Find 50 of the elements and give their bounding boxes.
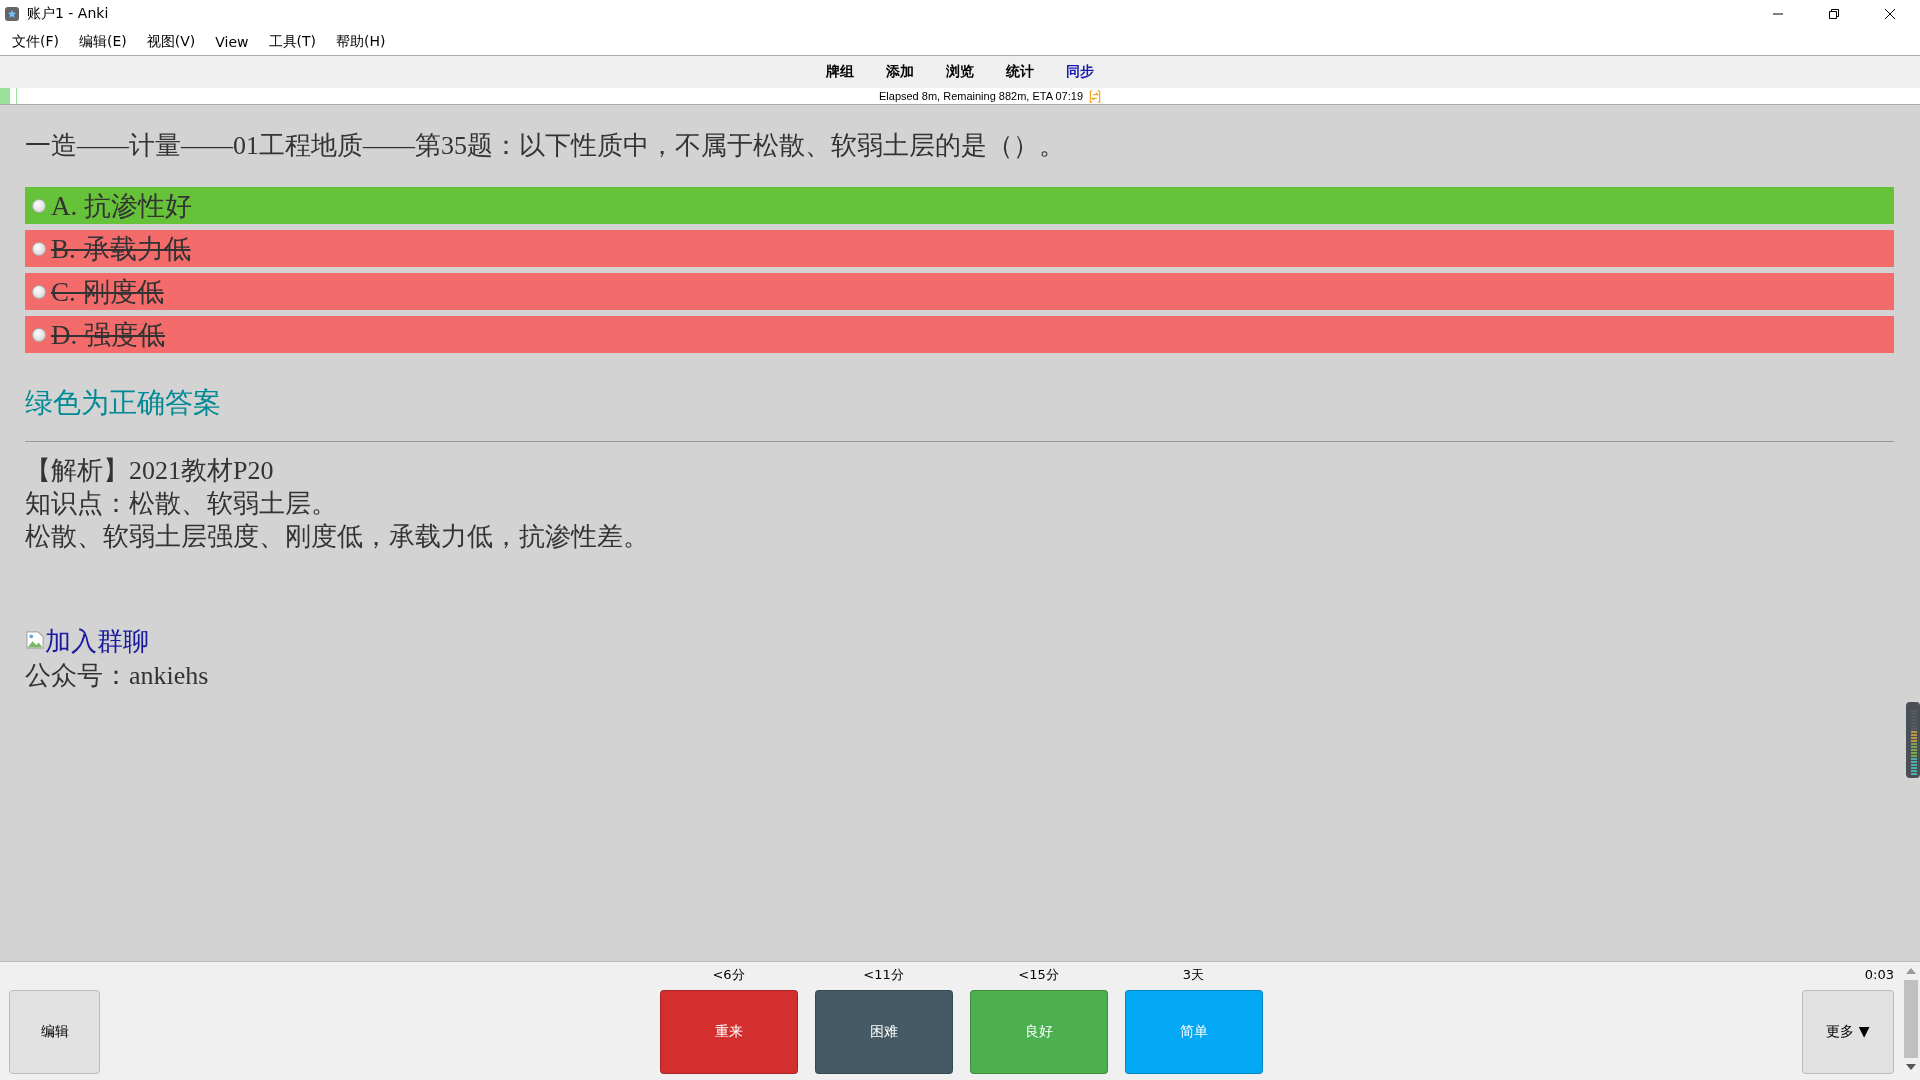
explanation-line: 知识点：松散、软弱土层。: [25, 488, 338, 520]
explanation-line: 松散、软弱土层强度、刚度低，承载力低，抗渗性差。: [25, 521, 650, 553]
timer-text: 0:03: [1864, 967, 1894, 982]
question-text: 一造——计量——01工程地质——第35题：以下性质中，不属于松散、软弱土层的是（）。: [25, 130, 1066, 162]
answer-option[interactable]: B. 承载力低: [25, 230, 1894, 267]
menu-item[interactable]: 视图(V): [136, 32, 206, 51]
app-icon: [4, 6, 20, 22]
interval-label: 3天: [1182, 966, 1205, 984]
radio-button[interactable]: [32, 241, 46, 256]
option-label: B. 承载力低: [51, 232, 191, 266]
radio-button[interactable]: [32, 284, 46, 299]
radio-button[interactable]: [32, 327, 46, 342]
answer-option[interactable]: A. 抗渗性好: [25, 187, 1894, 224]
scroll-up-icon[interactable]: [1906, 968, 1916, 974]
option-label: A. 抗渗性好: [51, 189, 192, 223]
answer-button[interactable]: 困难: [814, 990, 953, 1074]
answer-option[interactable]: D. 强度低: [25, 316, 1894, 353]
progress-marker: [0, 88, 18, 104]
scroll-down-icon[interactable]: [1906, 1064, 1916, 1070]
restore-icon[interactable]: [1828, 8, 1840, 20]
menu-item[interactable]: 编辑(E): [69, 32, 137, 51]
toolbar-link[interactable]: 添加: [870, 63, 930, 81]
account-text: 公众号：ankiehs: [25, 660, 210, 692]
radio-button[interactable]: [32, 198, 46, 213]
group-chat-link[interactable]: 加入群聊: [45, 625, 149, 658]
audio-meter-icon: [1906, 702, 1920, 778]
hint-text: 绿色为正确答案: [25, 386, 222, 420]
answer-option[interactable]: C. 刚度低: [25, 273, 1894, 310]
toolbar-link[interactable]: 统计: [990, 63, 1050, 81]
interval-label: <15分: [1018, 966, 1059, 984]
toolbar-link[interactable]: 浏览: [930, 63, 990, 81]
answer-button[interactable]: 重来: [659, 990, 798, 1074]
window-title: 账户1 - Anki: [27, 5, 109, 23]
menu-item[interactable]: 文件(F): [2, 32, 69, 51]
sync-icon[interactable]: [1089, 89, 1101, 103]
menu-item[interactable]: 帮助(H): [326, 32, 396, 51]
toolbar-link[interactable]: 牌组: [810, 63, 870, 81]
interval-label: <11分: [863, 966, 904, 984]
option-label: D. 强度低: [51, 318, 165, 352]
explanation-line: 【解析】2021教材P20: [25, 455, 275, 487]
interval-label: <6分: [712, 966, 745, 984]
option-label: C. 刚度低: [51, 275, 164, 309]
edit-button[interactable]: 编辑: [9, 990, 100, 1074]
progress-text: Elapsed 8m, Remaining 882m, ETA 07:19: [879, 90, 1083, 102]
menu-item[interactable]: 工具(T): [258, 32, 326, 51]
close-icon[interactable]: [1884, 8, 1896, 20]
broken-image-icon: [25, 630, 45, 650]
toolbar-link[interactable]: 同步: [1050, 63, 1110, 81]
menu-item[interactable]: View: [205, 33, 259, 50]
more-button[interactable]: 更多 ▼: [1802, 990, 1894, 1074]
